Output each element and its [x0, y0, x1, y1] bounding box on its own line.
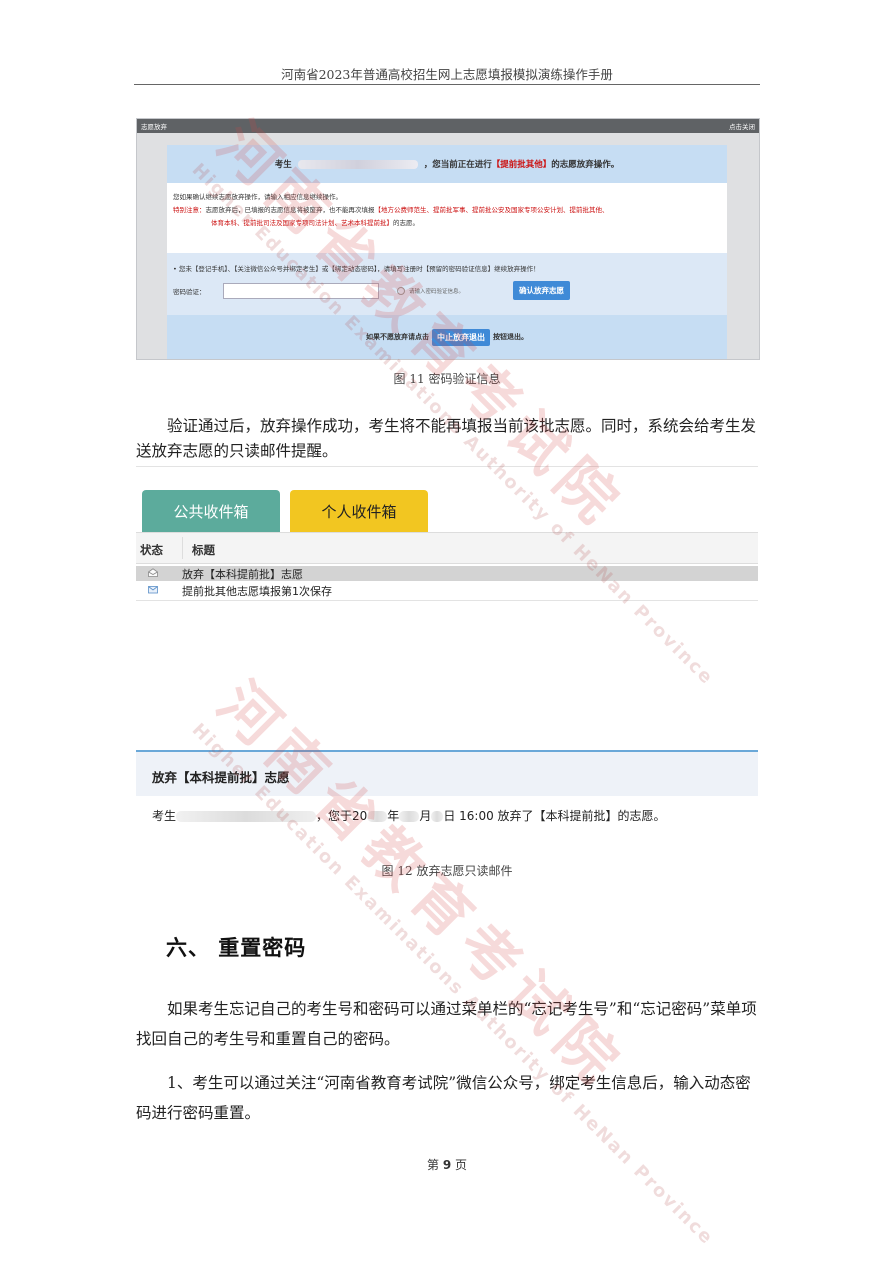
page-number: 9	[442, 1158, 452, 1172]
special-label: 特别注意：	[173, 206, 206, 214]
dialog-content: 考生 ，您当前正在进行 【提前批其他】 的志愿放弃操作。 您如果确认继续志愿放弃…	[167, 145, 727, 359]
mail-body-prefix: 考生	[152, 809, 177, 823]
paragraph-1: 验证通过后，放弃操作成功，考生将不能再填报当前该批志愿。同时，系统会给考生发送放…	[136, 417, 757, 460]
verify-input[interactable]	[223, 282, 379, 299]
mail-body-part3: 月	[419, 809, 432, 823]
mail-row[interactable]: 提前批其他志愿填报第1次保存	[136, 583, 758, 598]
header-rule	[134, 84, 760, 85]
redacted-day	[431, 811, 444, 822]
mail-body: 考生 ，您于20 年 月日 16:00 放弃了【本科提前批】的志愿。	[152, 807, 666, 824]
envelope-icon	[148, 586, 158, 594]
special-red-2: 体育本科、提前批司法及国家专项司法计划、艺术本科提前批】	[211, 219, 393, 227]
figure11-caption: 图 11 密码验证信息	[393, 372, 501, 386]
dialog-notice: 考生 ，您当前正在进行 【提前批其他】 的志愿放弃操作。	[167, 145, 727, 183]
special-tail: 的志愿。	[393, 219, 419, 227]
inbox-bottom-rule	[136, 600, 758, 601]
footer-prefix: 第	[426, 1158, 439, 1172]
confirm-line: 您如果确认继续志愿放弃操作，请输入相应信息继续操作。	[173, 193, 342, 201]
footer-suffix: 页	[455, 1158, 468, 1172]
abort-bar: 如果不愿放弃请点击 中止放弃退出 按钮退出。	[167, 315, 727, 359]
dialog-warning: 您如果确认继续志愿放弃操作，请输入相应信息继续操作。 特别注意：志愿放弃后，已填…	[167, 183, 727, 253]
notice-suffix: 的志愿放弃操作。	[551, 160, 620, 170]
abort-prefix: 如果不愿放弃请点击	[366, 333, 429, 341]
close-link[interactable]: 点击关闭	[729, 121, 755, 131]
mail-title: 提前批其他志愿填报第1次保存	[182, 585, 332, 598]
inbox-top-rule	[136, 466, 758, 467]
redacted-name	[176, 811, 317, 822]
page-footer: 第 9 页	[134, 1156, 760, 1173]
special-text: 志愿放弃后，已填报的志愿信息将被废弃，也不能再次填报	[205, 206, 375, 214]
document-page: 河南省2023年普通高校招生网上志愿填报模拟演练操作手册 志愿放弃 点击关闭 考…	[0, 0, 892, 1262]
abandon-dialog: 志愿放弃 点击关闭 考生 ，您当前正在进行 【提前批其他】 的志愿放弃操作。 您…	[136, 118, 760, 360]
redacted-year	[367, 811, 388, 822]
mail-body-part1: ，您于20	[316, 809, 368, 823]
redacted-month	[399, 811, 420, 822]
figure12-caption: 图 12 放弃志愿只读邮件	[381, 864, 513, 878]
inbox-panel: 公共收件箱 个人收件箱 状态 标题 放弃【本科提前批】志愿 提前批其他志愿填报第…	[136, 466, 758, 602]
mail-row[interactable]: 放弃【本科提前批】志愿	[136, 566, 758, 581]
section-title: 六、 重置密码	[166, 936, 307, 960]
tab-personal-inbox[interactable]: 个人收件箱	[290, 490, 428, 532]
confirm-abandon-button[interactable]: 确认放弃志愿	[513, 281, 570, 300]
dialog-titlebar: 志愿放弃 点击关闭	[137, 119, 759, 133]
verify-hint: 请输入密码验证信息。	[409, 288, 465, 295]
notice-highlight: 【提前批其他】	[491, 160, 552, 170]
mail-subject: 放弃【本科提前批】志愿	[152, 770, 290, 785]
mail-title: 放弃【本科提前批】志愿	[182, 568, 303, 581]
mail-view: 放弃【本科提前批】志愿 考生 ，您于20 年 月日 16:00 放弃了【本科提前批】的…	[136, 750, 758, 834]
bind-notice: • 您未【登记手机】、【关注微信公众号并绑定考生】或【绑定动态密码】，请填写注册…	[173, 265, 540, 273]
redacted-name	[297, 159, 418, 169]
notice-middle: ，您当前正在进行	[423, 160, 492, 170]
running-header: 河南省2023年普通高校招生网上志愿填报模拟演练操作手册	[281, 67, 613, 82]
inbox-header-row: 状态 标题	[136, 532, 758, 564]
paragraph-3: 1、考生可以通过关注“河南省教育考试院”微信公众号，绑定考生信息后，输入动态密码…	[136, 1074, 751, 1122]
special-red-1: 【地方公费师范生、提前批军事、提前批公安及国家专项公安计划、提前批其他、	[374, 206, 609, 214]
mail-body-part2: 年	[387, 809, 400, 823]
column-title: 标题	[192, 543, 215, 557]
info-icon	[397, 286, 405, 295]
paragraph-2: 如果考生忘记自己的考生号和密码可以通过菜单栏的“忘记考生号”和“忘记密码”菜单项…	[136, 1000, 757, 1048]
notice-prefix: 考生	[274, 160, 292, 170]
tab-public-inbox[interactable]: 公共收件箱	[142, 490, 280, 532]
mail-body-part4: 日 16:00 放弃了【本科提前批】的志愿。	[443, 809, 666, 823]
dialog-title: 志愿放弃	[141, 123, 167, 131]
column-status: 状态	[140, 543, 163, 557]
verify-label: 密码验证：	[173, 287, 206, 296]
mail-subject-bar: 放弃【本科提前批】志愿	[136, 750, 758, 796]
opened-envelope-icon	[148, 568, 158, 577]
column-separator	[182, 537, 183, 559]
abort-suffix: 按钮退出。	[493, 333, 528, 341]
abort-button[interactable]: 中止放弃退出	[432, 328, 490, 346]
verify-section: • 您未【登记手机】、【关注微信公众号并绑定考生】或【绑定动态密码】，请填写注册…	[167, 253, 727, 315]
